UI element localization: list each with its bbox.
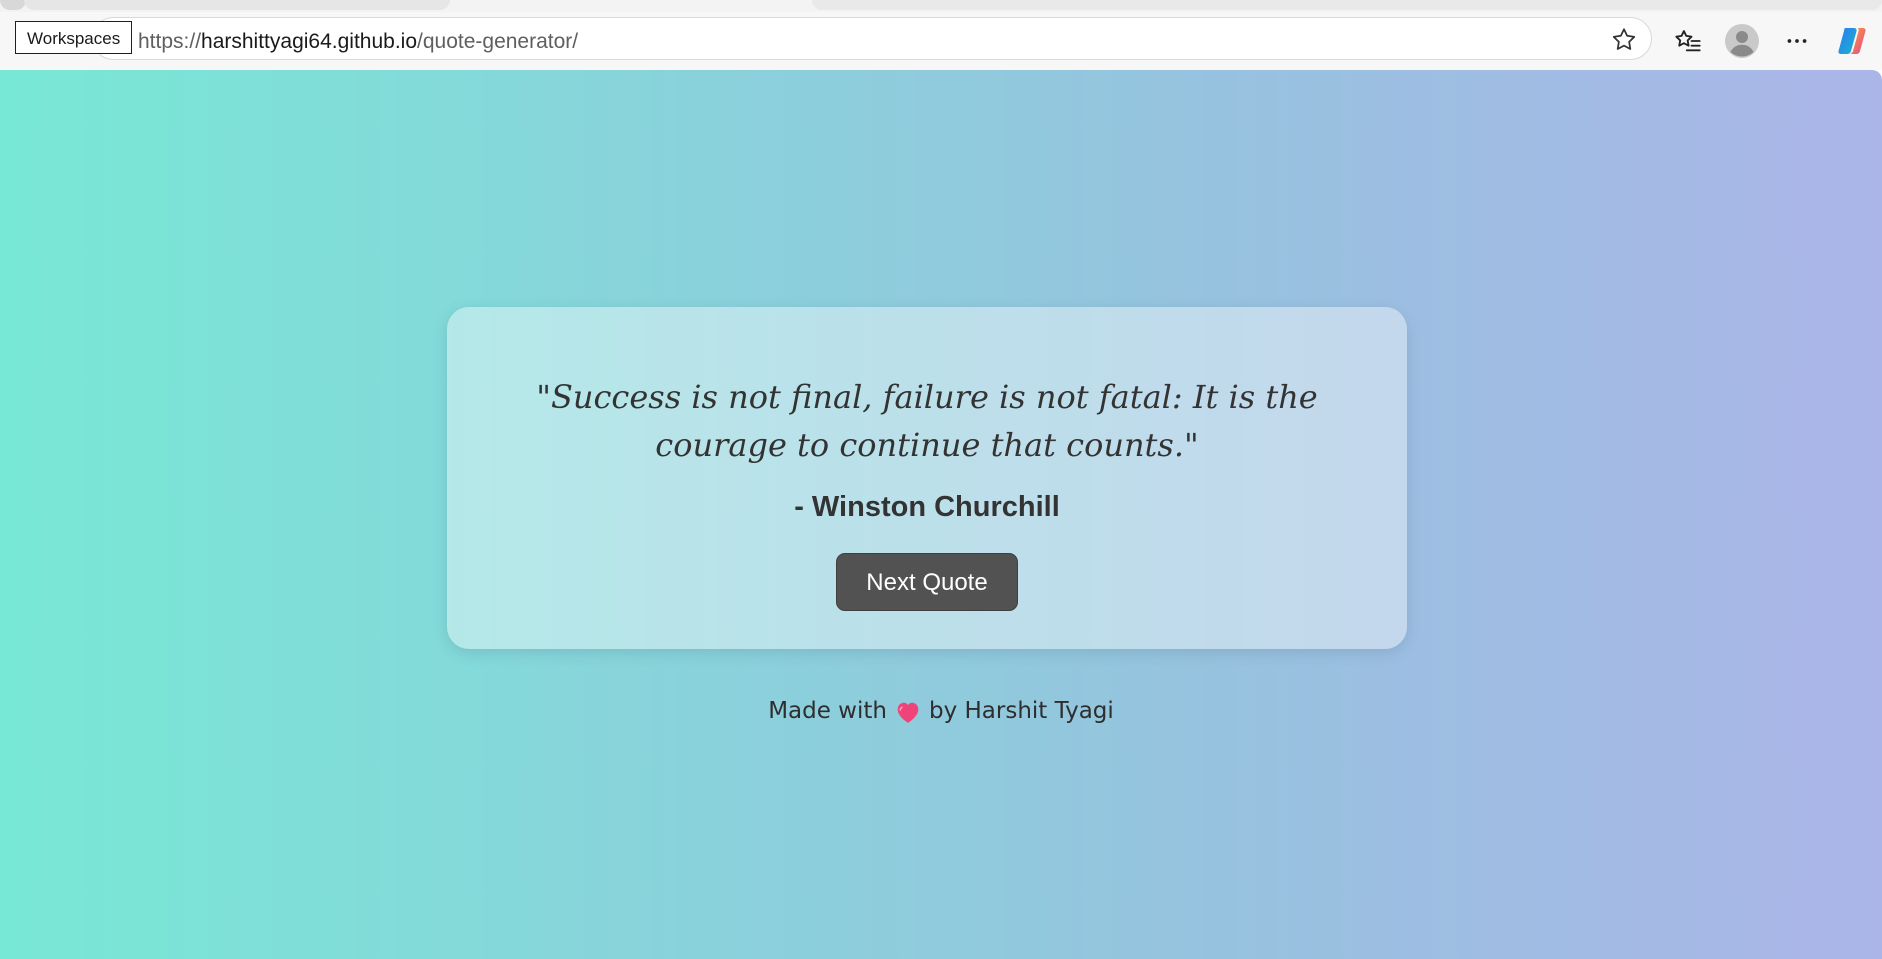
tab-edge[interactable] bbox=[0, 0, 26, 10]
star-icon[interactable] bbox=[1610, 26, 1638, 54]
copilot-icon[interactable] bbox=[1835, 24, 1869, 58]
footer-credit: Made with by Harshit Tyagi bbox=[0, 694, 1882, 728]
url-text[interactable]: https://harshittyagi64.github.io/quote-g… bbox=[138, 29, 578, 55]
url-host: harshittyagi64.github.io bbox=[201, 30, 418, 53]
profile-avatar-icon[interactable] bbox=[1725, 24, 1759, 58]
more-options-icon[interactable] bbox=[1780, 24, 1814, 58]
tab-next[interactable] bbox=[812, 0, 1882, 10]
url-path: /quote-generator/ bbox=[417, 30, 579, 53]
footer-suffix: by Harshit Tyagi bbox=[928, 698, 1114, 724]
footer-prefix: Made with bbox=[768, 698, 887, 724]
tab-previous[interactable] bbox=[24, 0, 450, 10]
next-quote-button[interactable]: Next Quote bbox=[836, 553, 1018, 611]
workspaces-button[interactable]: Workspaces bbox=[15, 21, 133, 54]
browser-toolbar: Workspaces https://harshittyagi64.github… bbox=[0, 12, 1882, 70]
page-viewport: "Success is not final, failure is not fa… bbox=[0, 70, 1882, 959]
quote-card: "Success is not final, failure is not fa… bbox=[447, 307, 1407, 649]
quote-author: - Winston Churchill bbox=[794, 491, 1060, 523]
url-scheme: https:// bbox=[138, 30, 202, 53]
quote-text: "Success is not final, failure is not fa… bbox=[536, 378, 1318, 464]
tab-strip bbox=[0, 0, 1882, 12]
heart-icon bbox=[897, 702, 919, 723]
favorites-list-icon[interactable] bbox=[1671, 24, 1705, 58]
browser-window: Workspaces https://harshittyagi64.github… bbox=[0, 0, 1882, 959]
